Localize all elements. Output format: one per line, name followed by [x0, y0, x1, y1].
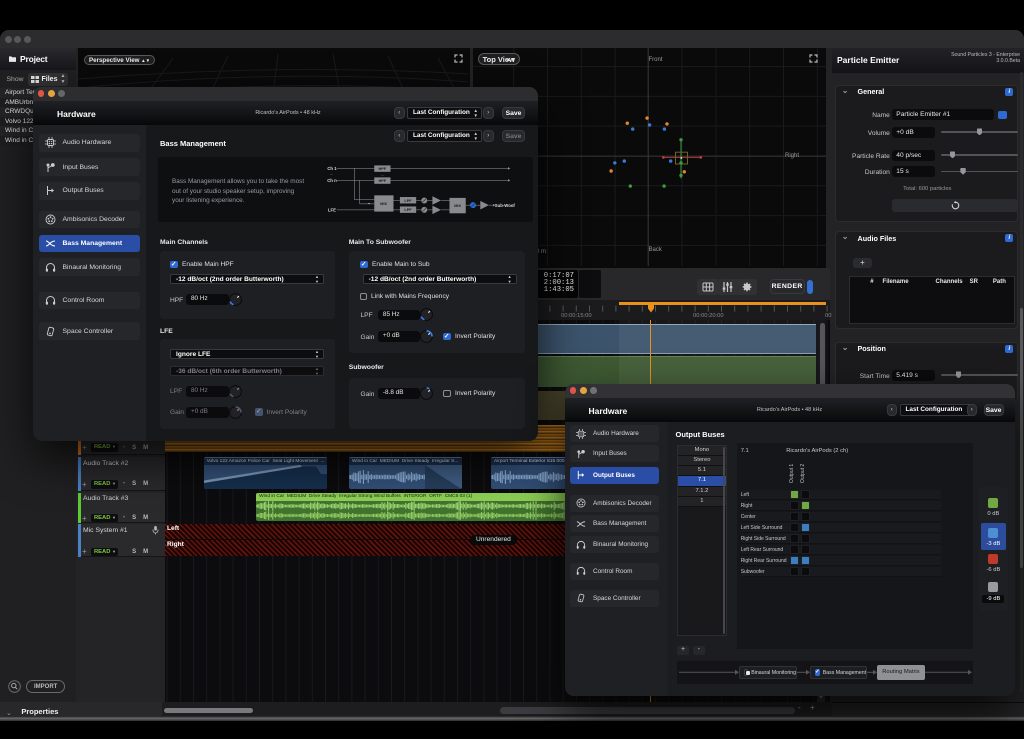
svg-text:MIX: MIX — [454, 204, 461, 208]
svg-text:Ch n: Ch n — [327, 178, 337, 183]
svg-text:MIX: MIX — [380, 202, 387, 206]
svg-text:HPF: HPF — [379, 167, 387, 171]
svg-text:LPF: LPF — [404, 199, 412, 203]
svg-text:Sub-Woofer: Sub-Woofer — [495, 203, 515, 208]
svg-text:...: ... — [330, 172, 333, 176]
svg-text:...: ... — [381, 173, 384, 177]
svg-text:Ch 1: Ch 1 — [327, 166, 337, 171]
svg-text:HPF: HPF — [379, 179, 387, 183]
svg-text:LPF: LPF — [404, 208, 412, 212]
svg-text:LFE: LFE — [328, 208, 336, 213]
